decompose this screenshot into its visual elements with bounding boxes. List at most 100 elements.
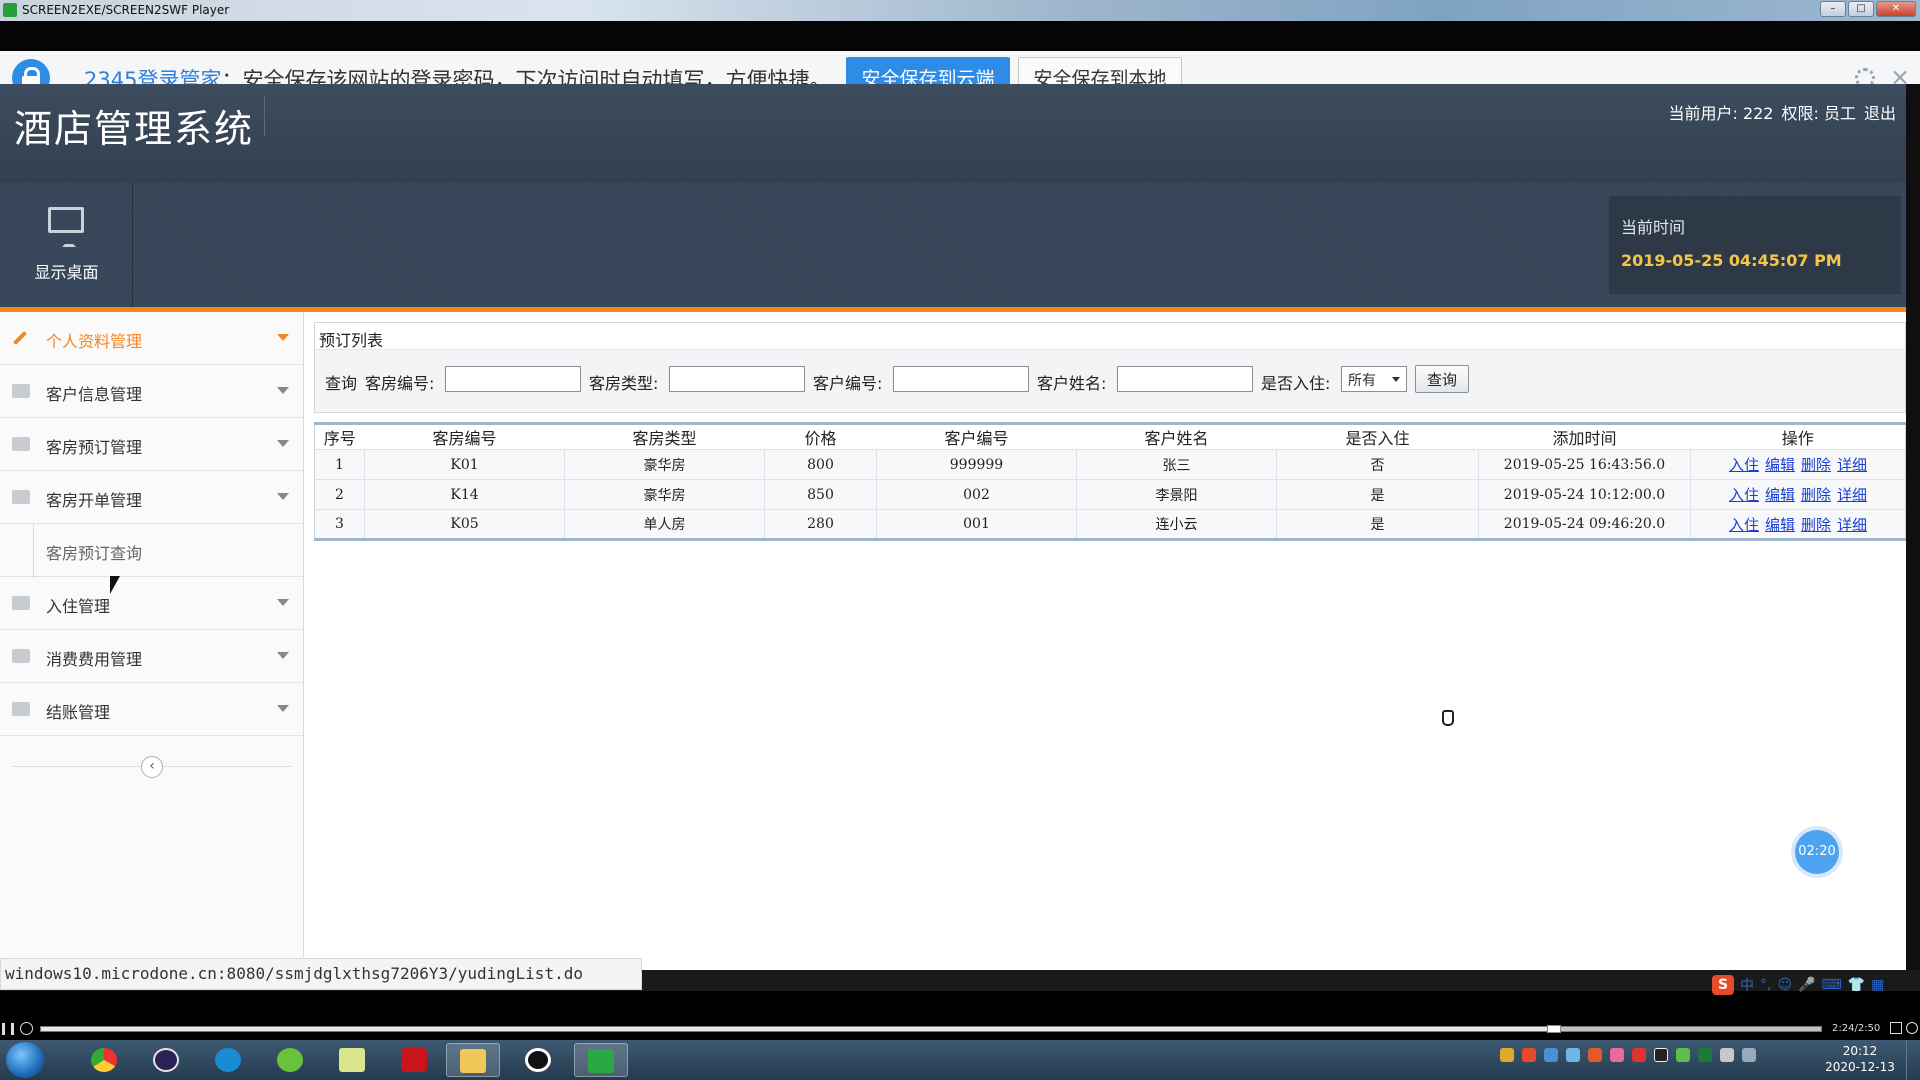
edit-link[interactable]: 编辑 (1765, 456, 1795, 474)
tray-app2-icon[interactable] (1610, 1048, 1624, 1062)
cell-added-time: 2019-05-24 09:46:20.0 (1478, 509, 1691, 540)
edit-link[interactable]: 编辑 (1765, 516, 1795, 534)
sidebar-item-label: 消费费用管理 (46, 650, 143, 669)
sidebar-item-checkout[interactable]: 结账管理 (0, 683, 303, 736)
checkin-select[interactable]: 所有 (1341, 366, 1407, 392)
ime-skin-icon[interactable]: 👕 (1848, 977, 1865, 993)
tray-qq-icon[interactable] (1654, 1048, 1668, 1062)
cell-index: 3 (314, 509, 365, 540)
delete-link[interactable]: 删除 (1801, 516, 1831, 534)
taskbar-browser[interactable] (202, 1043, 256, 1077)
table-row: 1 K01 豪华房 800 999999 张三 否 2019-05-25 16:… (314, 449, 1906, 480)
show-desktop-tile[interactable]: 显示桌面 (0, 183, 133, 307)
taskbar-qq[interactable] (512, 1043, 566, 1077)
stop-icon[interactable] (20, 1022, 33, 1035)
cell-price: 800 (764, 449, 877, 480)
taskbar-game[interactable] (264, 1043, 318, 1077)
close-button[interactable]: ✕ (1876, 1, 1916, 17)
taskbar-flash[interactable] (388, 1043, 442, 1077)
checkin-link[interactable]: 入住 (1729, 486, 1759, 504)
tray-update-icon[interactable] (1588, 1048, 1602, 1062)
tray-network-icon[interactable] (1544, 1048, 1558, 1062)
title-divider (264, 96, 265, 136)
info-icon[interactable] (1906, 1022, 1918, 1034)
room-no-label: 客房编号: (365, 374, 435, 393)
start-button[interactable] (6, 1042, 44, 1078)
ime-toolbox-icon[interactable]: ▦ (1871, 977, 1884, 993)
customer-name-input[interactable] (1117, 366, 1253, 392)
sidebar: 个人资料管理 客户信息管理 客房预订管理 客房开单管理 客房预订查询 入住管理 (0, 312, 304, 970)
customer-no-input[interactable] (893, 366, 1029, 392)
maximize-button[interactable]: □ (1848, 1, 1874, 17)
taskbar-chrome[interactable] (78, 1043, 132, 1077)
ime-chinese-mode[interactable]: 中 (1740, 975, 1754, 995)
query-button[interactable]: 查询 (1415, 365, 1469, 393)
sidebar-item-profile[interactable]: 个人资料管理 (0, 312, 303, 365)
detail-link[interactable]: 详细 (1837, 456, 1867, 474)
sidebar-item-customers[interactable]: 客户信息管理 (0, 365, 303, 418)
sidebar-item-expenses[interactable]: 消费费用管理 (0, 630, 303, 683)
seek-thumb[interactable] (1547, 1025, 1561, 1033)
sidebar-item-label: 个人资料管理 (46, 332, 143, 351)
checkin-link[interactable]: 入住 (1729, 516, 1759, 534)
checkin-link[interactable]: 入住 (1729, 456, 1759, 474)
chevron-down-icon (277, 334, 289, 341)
taskbar-editor[interactable] (326, 1043, 380, 1077)
detail-link[interactable]: 详细 (1837, 516, 1867, 534)
logout-link[interactable]: 退出 (1864, 100, 1896, 124)
cell-price: 280 (764, 509, 877, 540)
tray-monitor-icon[interactable] (1742, 1048, 1756, 1062)
volume-icon[interactable] (1720, 1048, 1734, 1062)
search-prefix: 查询 (325, 374, 358, 393)
brush-icon (12, 702, 30, 716)
brush-icon (12, 649, 30, 663)
eclipse-icon (153, 1048, 179, 1072)
list-icon (12, 490, 30, 504)
pause-icon[interactable] (2, 1023, 14, 1035)
sidebar-item-checkin[interactable]: 入住管理 (0, 577, 303, 630)
tray-ime-icon[interactable] (1522, 1048, 1536, 1062)
taskbar-explorer[interactable] (446, 1043, 500, 1077)
column-header: 客房类型 (564, 423, 765, 450)
sidebar-subitem-reservation-query[interactable]: 客房预订查询 (0, 524, 303, 577)
user-info: 当前用户: 222 权限: 员工 退出 (1668, 100, 1896, 124)
delete-link[interactable]: 删除 (1801, 456, 1831, 474)
sidebar-item-room-orders[interactable]: 客房开单管理 (0, 471, 303, 524)
ime-punctuation[interactable]: °, (1760, 977, 1771, 993)
taskbar-player[interactable] (574, 1043, 628, 1077)
detail-link[interactable]: 详细 (1837, 486, 1867, 504)
tray-display-icon[interactable] (1698, 1048, 1712, 1062)
taskbar-clock[interactable]: 20:12 2020-12-13 (1820, 1043, 1900, 1075)
column-header: 客户姓名 (1076, 423, 1277, 450)
sogou-ime-logo[interactable]: S (1712, 975, 1734, 995)
sidebar-item-label: 客户信息管理 (46, 385, 143, 404)
column-header: 客房编号 (364, 423, 565, 450)
tray-app4-icon[interactable] (1676, 1048, 1690, 1062)
chevron-down-icon (277, 440, 289, 447)
room-no-input[interactable] (445, 366, 581, 392)
timer-badge[interactable]: 02:20 (1795, 830, 1839, 874)
browser-icon (215, 1048, 241, 1072)
player-app-icon (3, 3, 17, 17)
minimize-button[interactable]: – (1820, 1, 1846, 17)
seek-bar[interactable] (40, 1025, 1822, 1033)
room-type-input[interactable] (669, 366, 805, 392)
pencil-icon (12, 330, 28, 346)
collapse-sidebar-icon[interactable]: ‹ (141, 756, 163, 778)
show-desktop-button[interactable] (1906, 1040, 1920, 1080)
tray-security-icon[interactable] (1566, 1048, 1580, 1062)
fit-window-icon[interactable] (1890, 1022, 1902, 1034)
tray-app3-icon[interactable] (1632, 1048, 1646, 1062)
ime-keyboard-icon[interactable]: ⌨ (1822, 977, 1842, 993)
notepad-icon (339, 1048, 365, 1072)
sidebar-item-reservations[interactable]: 客房预订管理 (0, 418, 303, 471)
ime-voice-icon[interactable]: 🎤 (1798, 977, 1815, 993)
game-icon (277, 1048, 303, 1072)
tray-app-icon[interactable] (1500, 1048, 1514, 1062)
edit-link[interactable]: 编辑 (1765, 486, 1795, 504)
current-time-panel: 当前时间 2019-05-25 04:45:07 PM (1609, 196, 1901, 294)
ime-emoji-icon[interactable]: ☺ (1777, 977, 1792, 993)
browser-scroll-strip[interactable] (1906, 84, 1920, 970)
taskbar-eclipse[interactable] (140, 1043, 194, 1077)
delete-link[interactable]: 删除 (1801, 486, 1831, 504)
